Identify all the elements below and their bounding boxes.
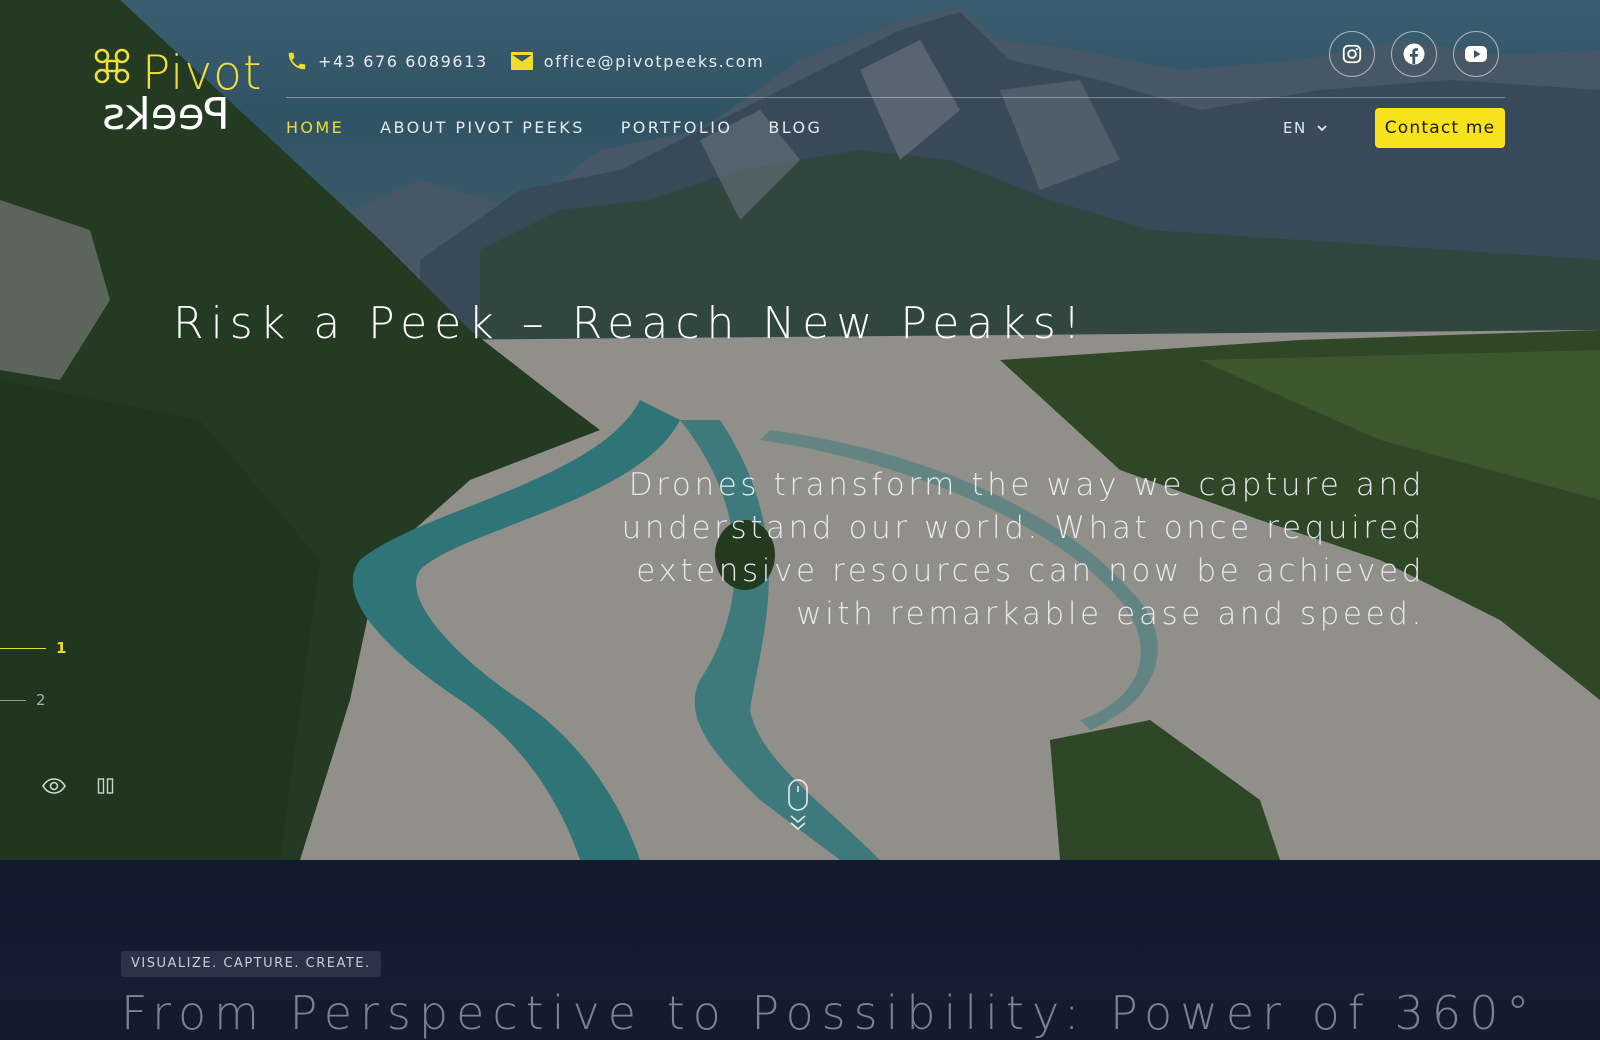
contact-me-button[interactable]: Contact me [1375,108,1505,148]
language-label: EN [1283,119,1307,137]
slide-indicator-bar [0,647,46,649]
contact-bar: +43 676 6089613 office@pivotpeeks.com [286,46,764,76]
phone-icon [288,52,306,70]
language-selector[interactable]: EN [1283,114,1329,142]
slide-indicator-2[interactable]: 2 [0,691,46,709]
visibility-toggle[interactable] [42,778,66,798]
nav-home[interactable]: HOME [286,114,344,142]
mail-icon [510,52,533,70]
slide-indicator-1[interactable]: 1 [0,639,66,657]
youtube-button[interactable] [1453,31,1499,77]
hero-subtext: Drones transform the way we capture and … [600,464,1425,636]
main-navigation: HOME ABOUT PIVOT PEEKS PORTFOLIO BLOG [286,114,822,142]
youtube-icon [1465,46,1487,62]
section-tag: VISUALIZE. CAPTURE. CREATE. [121,951,381,977]
social-links [1329,31,1499,77]
instagram-icon [1342,44,1362,64]
header-divider [286,97,1505,98]
drone-logo-icon [94,48,130,84]
hero-subtext-line: extensive resources can now be achieved [636,553,1425,589]
email-address: office@pivotpeeks.com [543,51,765,71]
slide-number: 1 [56,639,67,657]
instagram-button[interactable] [1329,31,1375,77]
nav-about[interactable]: ABOUT PIVOT PEEKS [380,114,585,142]
nav-portfolio[interactable]: PORTFOLIO [621,114,733,142]
facebook-icon [1403,43,1425,65]
phone-number: +43 676 6089613 [318,51,488,71]
logo-word-peeks: Peeks [102,89,230,140]
site-logo[interactable]: Pivot Peeks [94,46,269,141]
slide-number: 2 [36,691,46,709]
facebook-button[interactable] [1391,31,1437,77]
chevron-down-icon [1317,125,1327,132]
mouse-scroll-icon [788,779,808,831]
hero-subtext-line: with remarkable ease and speed. [796,596,1425,632]
pause-button[interactable] [97,778,115,798]
email-link[interactable]: office@pivotpeeks.com [510,51,765,71]
hero-subtext-line: Drones transform the way we capture and [628,467,1425,503]
slide-indicator-bar [0,699,26,701]
nav-blog[interactable]: BLOG [768,114,822,142]
phone-link[interactable]: +43 676 6089613 [286,50,488,72]
hero-subtext-line: understand our world. What once required [621,510,1425,546]
scroll-down-indicator[interactable] [787,779,811,839]
eye-icon [42,778,66,794]
pause-icon [97,778,114,794]
hero-headline: Risk a Peek – Reach New Peaks! [173,298,1088,349]
intro-section: VISUALIZE. CAPTURE. CREATE. From Perspec… [0,860,1600,1040]
section-heading: From Perspective to Possibility: Power o… [121,986,1538,1040]
